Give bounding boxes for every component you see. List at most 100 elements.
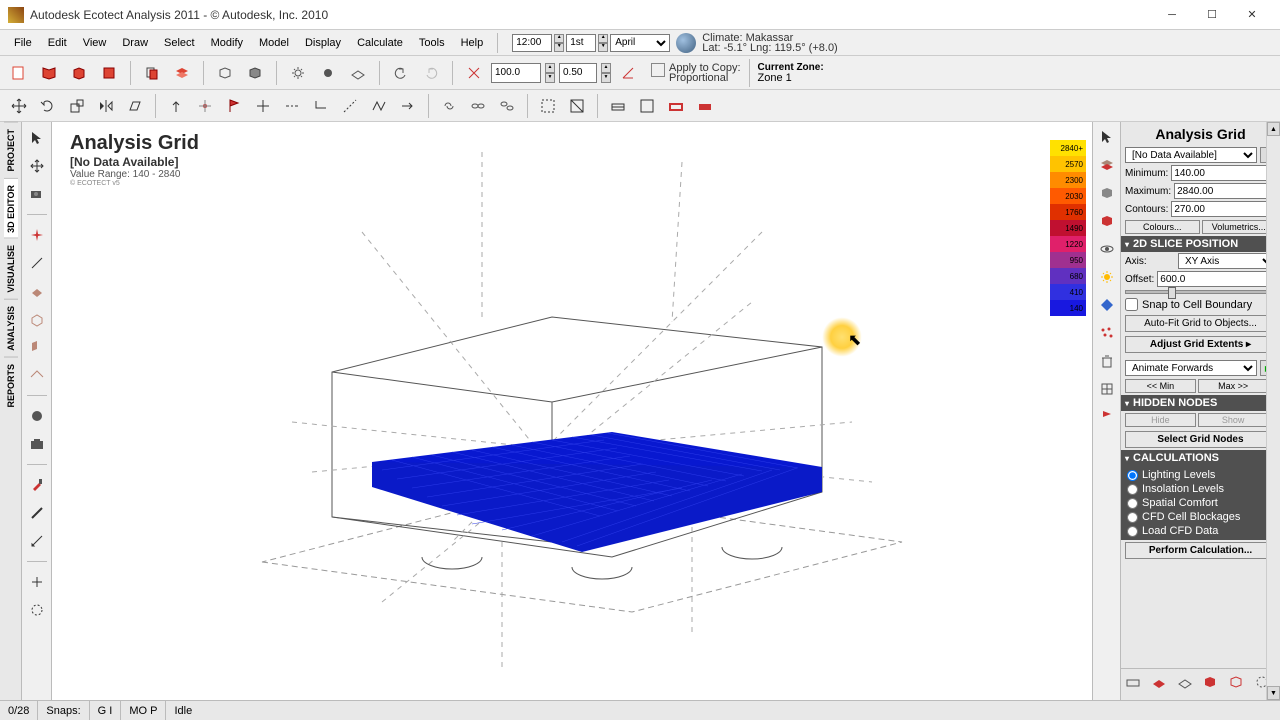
time-spinner[interactable]: ▲▼ — [554, 34, 564, 52]
link-icon[interactable] — [436, 93, 462, 119]
scrollbar[interactable]: ▲ ▼ — [1266, 122, 1280, 700]
chain-icon[interactable] — [465, 93, 491, 119]
cube-wire-icon[interactable] — [212, 60, 238, 86]
cross-icon[interactable] — [250, 93, 276, 119]
scale-box-icon[interactable] — [64, 93, 90, 119]
camera2-icon[interactable] — [25, 432, 49, 456]
gear-icon[interactable] — [285, 60, 311, 86]
line-icon[interactable] — [337, 93, 363, 119]
mirror-icon[interactable] — [93, 93, 119, 119]
min-button[interactable]: << Min — [1125, 379, 1196, 393]
scroll-up-icon[interactable]: ▲ — [1267, 122, 1280, 136]
current-zone[interactable]: Current Zone: Zone 1 — [758, 62, 824, 83]
sun-icon[interactable] — [1096, 266, 1118, 288]
flag-icon[interactable] — [221, 93, 247, 119]
plane-icon[interactable] — [25, 279, 49, 303]
vtab-reports[interactable]: REPORTS — [4, 357, 18, 414]
shear-icon[interactable] — [122, 93, 148, 119]
month-select[interactable]: April — [610, 34, 670, 52]
apply-copy-toggle[interactable] — [651, 63, 665, 77]
scroll-down-icon[interactable]: ▼ — [1267, 686, 1280, 700]
maximize-button[interactable]: ☐ — [1192, 0, 1232, 29]
menu-display[interactable]: Display — [297, 34, 349, 52]
menu-edit[interactable]: Edit — [40, 34, 75, 52]
select-all-icon[interactable] — [535, 93, 561, 119]
axis-select[interactable]: XY Axis — [1178, 253, 1276, 269]
scale-b-input[interactable] — [559, 63, 597, 83]
menu-file[interactable]: File — [6, 34, 40, 52]
vtab-visualise[interactable]: VISUALISE — [4, 238, 18, 299]
move-icon[interactable] — [6, 93, 32, 119]
offset-slider[interactable] — [1121, 288, 1280, 296]
edit-icon[interactable] — [25, 529, 49, 553]
grid-xy-icon[interactable] — [605, 93, 631, 119]
time-input[interactable] — [512, 34, 552, 52]
transform-icon[interactable] — [461, 60, 487, 86]
cube-solid-icon[interactable] — [242, 60, 268, 86]
box-icon[interactable] — [66, 60, 92, 86]
section-slice[interactable]: 2D SLICE POSITION — [1121, 236, 1280, 252]
grid-calc-icon[interactable] — [345, 60, 371, 86]
book-open-icon[interactable] — [36, 60, 62, 86]
wall-icon[interactable] — [25, 335, 49, 359]
scale-b-spinner[interactable]: ▲▼ — [601, 63, 611, 83]
layers-icon[interactable] — [169, 60, 195, 86]
bottom-icon-4[interactable] — [1202, 674, 1224, 696]
data-select[interactable]: [No Data Available] — [1125, 147, 1257, 163]
scale-a-spinner[interactable]: ▲▼ — [545, 63, 555, 83]
zone-icon[interactable] — [25, 307, 49, 331]
vtab-project[interactable]: PROJECT — [4, 122, 18, 178]
calc-option[interactable]: Load CFD Data — [1121, 524, 1280, 538]
open-file-icon[interactable] — [6, 60, 32, 86]
unlink-icon[interactable] — [494, 93, 520, 119]
con-input[interactable] — [1171, 201, 1280, 217]
bottom-icon-2[interactable] — [1151, 674, 1173, 696]
line-tool-icon[interactable] — [25, 251, 49, 275]
close-button[interactable]: ✕ — [1232, 0, 1272, 29]
copy-icon[interactable] — [139, 60, 165, 86]
autofit-button[interactable]: Auto-Fit Grid to Objects... — [1125, 315, 1276, 332]
max-button[interactable]: Max >> — [1198, 379, 1269, 393]
grid-marked-icon[interactable] — [663, 93, 689, 119]
calc-option[interactable]: Lighting Levels — [1121, 468, 1280, 482]
pointer-icon[interactable] — [25, 126, 49, 150]
viewport[interactable]: Analysis Grid [No Data Available] Value … — [52, 122, 1092, 700]
deselect-icon[interactable] — [564, 93, 590, 119]
spark-icon[interactable] — [25, 223, 49, 247]
cube-red-icon[interactable] — [1096, 210, 1118, 232]
vtab-analysis[interactable]: ANALYSIS — [4, 299, 18, 357]
node-icon[interactable] — [163, 93, 189, 119]
pan-icon[interactable] — [25, 570, 49, 594]
grid-adjust-icon[interactable] — [1096, 378, 1118, 400]
animate-select[interactable]: Animate Forwards — [1125, 360, 1257, 376]
grid-fill-icon[interactable] — [692, 93, 718, 119]
vtab-3d-editor[interactable]: 3D EDITOR — [4, 178, 18, 239]
scatter-icon[interactable] — [1096, 322, 1118, 344]
layers-red-icon[interactable] — [1096, 154, 1118, 176]
menu-help[interactable]: Help — [453, 34, 492, 52]
bottom-icon-1[interactable] — [1125, 674, 1147, 696]
section-hidden[interactable]: HIDDEN NODES — [1121, 395, 1280, 411]
hide-button[interactable]: Hide — [1125, 413, 1196, 427]
redo-icon[interactable] — [418, 60, 444, 86]
arrow-select-icon[interactable] — [1096, 126, 1118, 148]
brush-icon[interactable] — [25, 501, 49, 525]
trash-icon[interactable] — [1096, 350, 1118, 372]
grid-yz-icon[interactable] — [634, 93, 660, 119]
undo-icon[interactable] — [388, 60, 414, 86]
paint-icon[interactable] — [25, 473, 49, 497]
zigzag-icon[interactable] — [366, 93, 392, 119]
minimize-button[interactable]: ─ — [1152, 0, 1192, 29]
day-input[interactable] — [566, 34, 596, 52]
perform-button[interactable]: Perform Calculation... — [1125, 542, 1276, 559]
select-nodes-button[interactable]: Select Grid Nodes — [1125, 431, 1276, 448]
snap-checkbox[interactable] — [1125, 298, 1138, 311]
blue-diamond-icon[interactable] — [1096, 294, 1118, 316]
calc-option[interactable]: Spatial Comfort — [1121, 496, 1280, 510]
angle-icon[interactable] — [615, 60, 641, 86]
bottom-icon-5[interactable] — [1228, 674, 1250, 696]
eye-icon[interactable] — [1096, 238, 1118, 260]
sphere-icon[interactable] — [25, 404, 49, 428]
book-icon[interactable] — [96, 60, 122, 86]
volumetrics-button[interactable]: Volumetrics... — [1202, 220, 1277, 234]
